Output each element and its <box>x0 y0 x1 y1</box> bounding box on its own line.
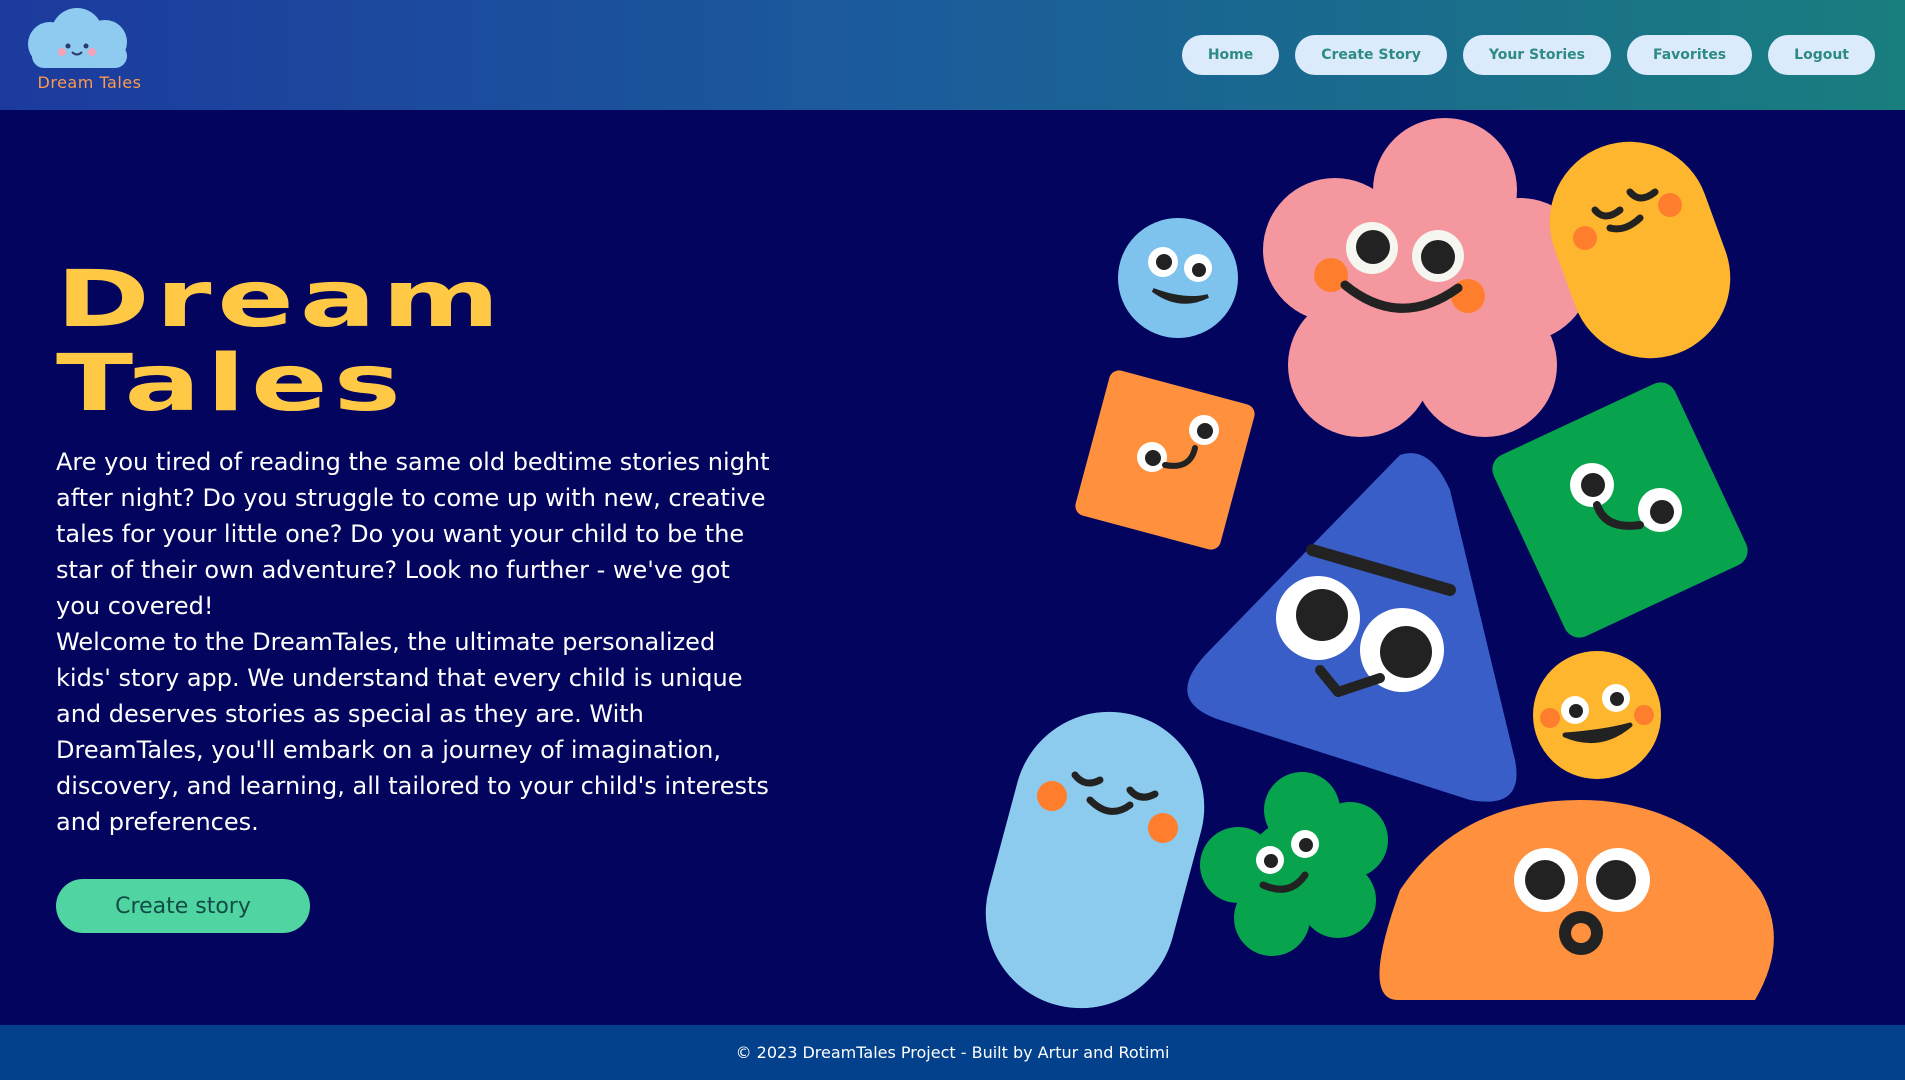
hero-title: Dream Tales <box>56 258 868 426</box>
blue-triangle-face-icon <box>1187 453 1517 802</box>
logo-text: Dream Tales <box>37 73 142 92</box>
orange-square-face-icon <box>1075 370 1255 550</box>
nav-logout-button[interactable]: Logout <box>1768 35 1875 75</box>
yellow-capsule-face-icon <box>1549 141 1731 359</box>
hero-title-line-1: Dream <box>56 255 506 345</box>
characters-illustration <box>985 118 1774 1009</box>
hero-description: Are you tired of reading the same old be… <box>56 444 776 840</box>
orange-half-dome-face-icon <box>1379 800 1774 1000</box>
blue-circle-face-icon <box>1118 218 1238 338</box>
main-nav: Home Create Story Your Stories Favorites… <box>1181 35 1875 75</box>
nav-your-stories-button[interactable]: Your Stories <box>1462 35 1611 75</box>
cloud-logo-icon <box>28 8 127 68</box>
footer: © 2023 DreamTales Project - Built by Art… <box>0 1025 1905 1080</box>
green-flower-face-icon <box>1200 772 1388 956</box>
hero-title-line-2: Tales <box>56 339 407 429</box>
nav-favorites-button[interactable]: Favorites <box>1626 35 1753 75</box>
footer-copyright: © 2023 DreamTales Project - Built by Art… <box>735 1043 1170 1062</box>
hero-paragraph-1: Are you tired of reading the same old be… <box>56 448 770 620</box>
nav-create-story-button[interactable]: Create Story <box>1295 35 1447 75</box>
nav-home-button[interactable]: Home <box>1181 35 1280 75</box>
yellow-circle-face-icon <box>1533 651 1661 779</box>
hero-paragraph-2: Welcome to the DreamTales, the ultimate … <box>56 628 769 836</box>
create-story-cta-button[interactable]: Create story <box>56 879 310 933</box>
light-blue-capsule-face-icon <box>985 711 1205 1009</box>
navbar: Dream Tales Home Create Story Your Stori… <box>0 0 1905 110</box>
logo[interactable]: Dream Tales <box>22 6 141 96</box>
